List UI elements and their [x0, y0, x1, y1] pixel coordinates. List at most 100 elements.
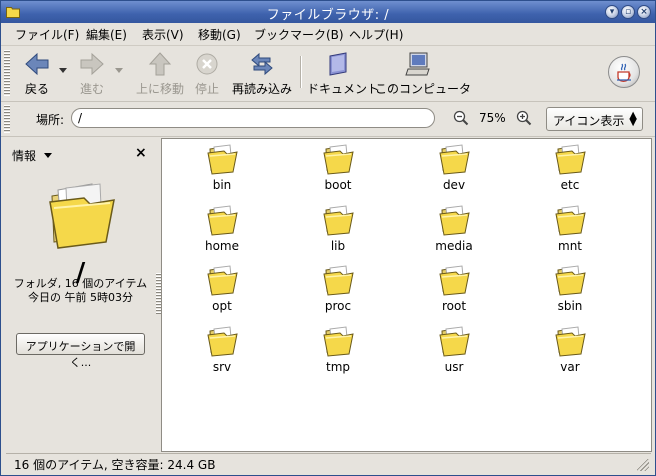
- folder-item-name: etc: [560, 178, 580, 192]
- location-bar: 場所: / 75% アイコン表示 ▲ ▼: [1, 102, 655, 137]
- close-icon[interactable]: ×: [637, 5, 651, 19]
- side-pane: 情報 × / フォルダ, 16 個のアイテム 今日の 午前 5時03分 アプリケ…: [6, 140, 155, 452]
- reload-button[interactable]: 再読み込み: [230, 50, 294, 97]
- folder-item-boot[interactable]: boot: [298, 142, 378, 192]
- resize-grip-icon[interactable]: [637, 459, 649, 471]
- folder-item-usr[interactable]: usr: [414, 324, 494, 374]
- toolbar-separator: [300, 56, 302, 88]
- stop-button[interactable]: 停止: [193, 50, 221, 97]
- folder-item-name: var: [560, 360, 580, 374]
- zoom-out-icon[interactable]: [453, 110, 469, 126]
- folder-item-name: opt: [212, 299, 232, 313]
- folder-item-name: proc: [324, 299, 352, 313]
- folder-item-mnt[interactable]: mnt: [530, 203, 610, 253]
- coffee-cup-icon: [617, 63, 631, 82]
- location-input[interactable]: /: [71, 108, 435, 128]
- folder-icon: [555, 326, 586, 357]
- folder-icon: [207, 205, 238, 236]
- side-pane-info: フォルダ, 16 個のアイテム 今日の 午前 5時03分: [6, 277, 155, 305]
- select-arrows-icon: ▲ ▼: [629, 110, 637, 128]
- folder-item-lib[interactable]: lib: [298, 203, 378, 253]
- folder-item-root[interactable]: root: [414, 263, 494, 313]
- folder-icon: [207, 326, 238, 357]
- view-mode-value: アイコン表示: [553, 114, 625, 128]
- folder-item-name: bin: [212, 178, 232, 192]
- folder-icon: [323, 326, 354, 357]
- status-bar: 16 個のアイテム, 空き容量: 24.4 GB: [6, 453, 651, 473]
- location-bar-grip[interactable]: [4, 105, 10, 133]
- side-pane-close-icon[interactable]: ×: [135, 145, 147, 161]
- stop-label: 停止: [194, 82, 219, 96]
- toolbar-grip[interactable]: [4, 50, 10, 96]
- computer-icon: [405, 52, 430, 76]
- maximize-icon[interactable]: ▫: [621, 5, 635, 19]
- folder-icon: [555, 205, 586, 236]
- zoom-level[interactable]: 75%: [479, 111, 506, 125]
- zoom-in-icon[interactable]: [516, 110, 532, 126]
- folder-icon: [323, 144, 354, 175]
- up-button[interactable]: 上に移動: [135, 50, 185, 97]
- folder-item-tmp[interactable]: tmp: [298, 324, 378, 374]
- folder-icon: [439, 205, 470, 236]
- title-bar[interactable]: ファイルブラウザ: / ▾ ▫ ×: [1, 1, 655, 23]
- folder-item-dev[interactable]: dev: [414, 142, 494, 192]
- folder-item-name: home: [204, 239, 240, 253]
- location-label: 場所:: [36, 113, 65, 127]
- documents-folder-icon: [329, 52, 347, 76]
- back-history-dropdown-icon[interactable]: [59, 68, 67, 73]
- folder-item-media[interactable]: media: [414, 203, 494, 253]
- forward-history-dropdown-icon[interactable]: [115, 68, 123, 73]
- folder-item-proc[interactable]: proc: [298, 263, 378, 313]
- side-pane-modified-date: 今日の 午前 5時03分: [28, 291, 133, 304]
- reload-label: 再読み込み: [231, 82, 292, 96]
- side-pane-dropdown-icon[interactable]: [44, 153, 52, 158]
- menu-bookmarks[interactable]: ブックマーク(B): [254, 26, 344, 43]
- folder-item-name: sbin: [557, 299, 583, 313]
- stop-icon: [196, 53, 218, 75]
- file-browser-window: ファイルブラウザ: / ▾ ▫ × ファイル(F) 編集(E) 表示(V) 移動…: [0, 0, 656, 476]
- computer-label: このコンピュータ: [375, 82, 472, 96]
- menu-view[interactable]: 表示(V): [142, 26, 184, 43]
- reload-icon: [251, 52, 273, 76]
- computer-button[interactable]: このコンピュータ: [375, 50, 472, 97]
- icon-view[interactable]: bin boot dev etc home lib media mnt opt proc root s…: [161, 138, 652, 452]
- forward-button[interactable]: 進む: [76, 50, 108, 97]
- menu-help[interactable]: ヘルプ(H): [349, 26, 403, 43]
- view-mode-select[interactable]: アイコン表示 ▲ ▼: [546, 107, 643, 131]
- side-pane-title[interactable]: 情報: [12, 147, 36, 164]
- side-pane-header: 情報 ×: [6, 140, 155, 166]
- back-arrow-icon: [25, 52, 49, 76]
- menu-go[interactable]: 移動(G): [198, 26, 241, 43]
- forward-arrow-icon: [80, 52, 104, 76]
- menu-edit[interactable]: 編集(E): [86, 26, 127, 43]
- large-folder-icon: [49, 183, 115, 249]
- back-button[interactable]: 戻る: [21, 50, 53, 97]
- folder-icon: [439, 144, 470, 175]
- folder-icon: [207, 144, 238, 175]
- menu-file[interactable]: ファイル(F): [15, 26, 79, 43]
- folder-item-name: boot: [324, 178, 352, 192]
- folder-icon: [555, 144, 586, 175]
- folder-item-bin[interactable]: bin: [182, 142, 262, 192]
- folder-item-name: dev: [442, 178, 466, 192]
- up-arrow-icon: [148, 52, 172, 76]
- folder-item-var[interactable]: var: [530, 324, 610, 374]
- minimize-icon[interactable]: ▾: [605, 5, 619, 19]
- folder-item-name: usr: [444, 360, 464, 374]
- folder-item-name: lib: [330, 239, 346, 253]
- folder-item-name: mnt: [558, 239, 582, 253]
- folder-item-name: tmp: [325, 360, 350, 374]
- folder-item-opt[interactable]: opt: [182, 263, 262, 313]
- window-title: ファイルブラウザ: /: [266, 8, 390, 23]
- back-label: 戻る: [24, 82, 49, 96]
- folder-item-home[interactable]: home: [182, 203, 262, 253]
- documents-button[interactable]: ドキュメント: [307, 50, 379, 97]
- folder-item-sbin[interactable]: sbin: [530, 263, 610, 313]
- open-with-application-button[interactable]: アプリケーションで開く...: [16, 333, 145, 369]
- folder-item-name: srv: [212, 360, 232, 374]
- menu-bar: ファイル(F) 編集(E) 表示(V) 移動(G) ブックマーク(B) ヘルプ(…: [1, 23, 655, 46]
- toolbar: 戻る 進む 上に移動 停止 再読み込み ドキュメント このコンピュータ: [1, 46, 655, 102]
- folder-item-srv[interactable]: srv: [182, 324, 262, 374]
- folder-item-etc[interactable]: etc: [530, 142, 610, 192]
- folder-icon: [323, 205, 354, 236]
